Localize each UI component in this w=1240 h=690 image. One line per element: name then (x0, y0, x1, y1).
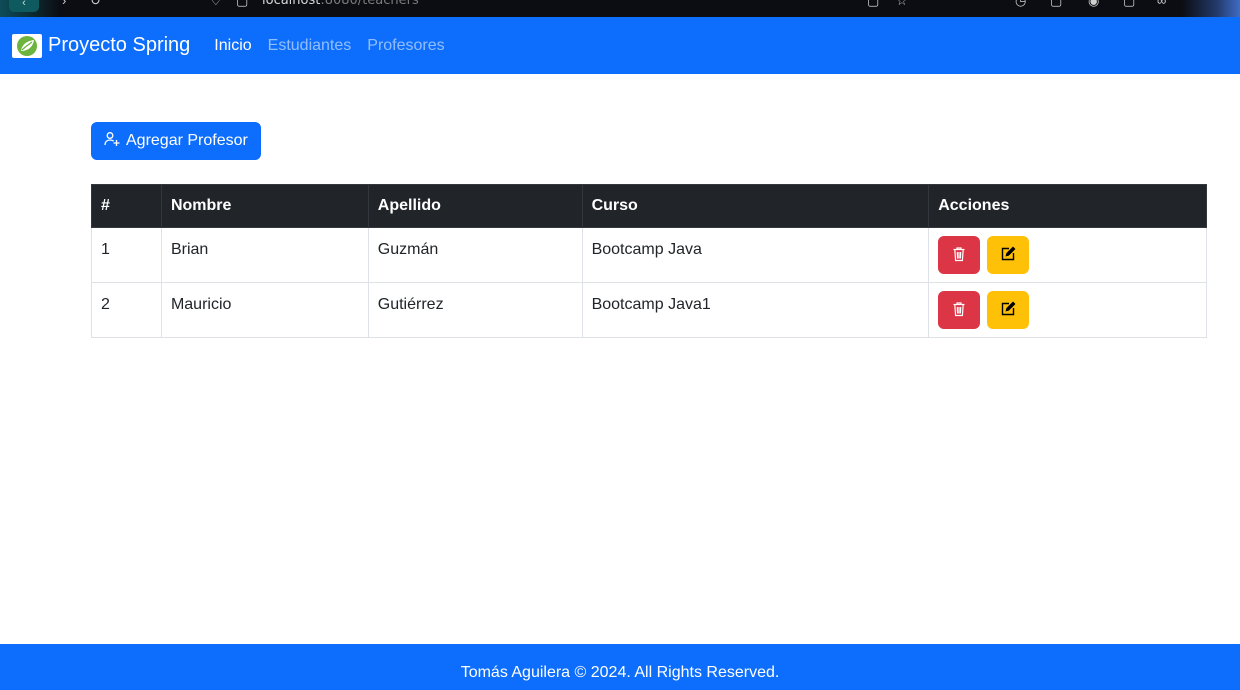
cell-nombre: Mauricio (160, 282, 369, 338)
browser-downloads-icon[interactable]: ▢ (1123, 0, 1135, 9)
nav-link-inicio[interactable]: Inicio (214, 37, 251, 55)
add-teacher-button[interactable]: Agregar Profesor (91, 122, 261, 160)
browser-history-icon[interactable]: ◷ (1015, 0, 1026, 9)
browser-reader-icon[interactable]: ▢ (867, 0, 879, 9)
table-body: 1 Brian Guzmán Bootcamp Java 2 Mauricio … (91, 227, 1207, 338)
trash-icon (951, 246, 967, 265)
browser-page-info-icon[interactable]: ▢ (236, 0, 248, 9)
url-path: :8080/teachers (320, 0, 419, 8)
add-teacher-label: Agregar Profesor (126, 132, 248, 149)
table-row: 1 Brian Guzmán Bootcamp Java (91, 227, 1207, 283)
edit-icon (1000, 246, 1016, 265)
url-host: localhost (262, 0, 321, 8)
edit-icon (1000, 301, 1016, 320)
nav-link-estudiantes[interactable]: Estudiantes (268, 37, 352, 55)
teachers-table: # Nombre Apellido Curso Acciones 1 Brian… (91, 184, 1207, 338)
browser-forward-icon[interactable]: › (62, 0, 66, 9)
spring-leaf-logo-icon (12, 33, 42, 58)
column-header-apellido: Apellido (367, 184, 583, 228)
cell-id: 2 (91, 282, 162, 338)
cell-id: 1 (91, 227, 162, 283)
column-header-acciones: Acciones (928, 184, 1207, 228)
delete-button[interactable] (938, 236, 981, 274)
brand-link[interactable]: Proyecto Spring (12, 33, 191, 58)
cell-nombre: Brian (160, 227, 369, 283)
browser-container-icon[interactable]: ▢ (1050, 0, 1062, 9)
browser-shield-icon: ♡ (210, 0, 222, 8)
footer-copyright: Tomás Aguilera © 2024. All Rights Reserv… (460, 664, 780, 681)
person-add-icon (104, 131, 120, 152)
navbar: Proyecto Spring Inicio Estudiantes Profe… (0, 17, 1240, 74)
browser-bookmark-icon[interactable]: ☆ (896, 0, 908, 9)
cell-actions (928, 282, 1207, 338)
browser-extensions-icon[interactable]: ∞ (1157, 0, 1166, 9)
browser-reload-icon[interactable]: ↻ (90, 0, 101, 9)
delete-button[interactable] (938, 291, 981, 329)
nav-link-profesores[interactable]: Profesores (367, 37, 444, 55)
cell-actions (928, 227, 1207, 283)
chrome-background-art-right (1182, 0, 1240, 17)
footer: Tomás Aguilera © 2024. All Rights Reserv… (0, 644, 1240, 690)
edit-button[interactable] (986, 236, 1029, 274)
column-header-id: # (91, 184, 162, 228)
cell-apellido: Guzmán (367, 227, 583, 283)
table-row: 2 Mauricio Gutiérrez Bootcamp Java1 (91, 282, 1207, 338)
column-header-curso: Curso (581, 184, 930, 228)
main-content: Agregar Profesor # Nombre Apellido Curso… (91, 122, 1207, 338)
cell-apellido: Gutiérrez (367, 282, 583, 338)
cell-curso: Bootcamp Java (581, 227, 930, 283)
brand-title: Proyecto Spring (48, 34, 191, 56)
browser-address-bar[interactable]: localhost:8080/teachers (262, 0, 419, 8)
column-header-nombre: Nombre (160, 184, 369, 228)
edit-button[interactable] (986, 291, 1029, 329)
table-header: # Nombre Apellido Curso Acciones (91, 184, 1207, 228)
trash-icon (951, 301, 967, 320)
browser-chrome: ‹ › ↻ ♡ ▢ localhost:8080/teachers ▢ ☆ ◷ … (0, 0, 1240, 17)
browser-back-button[interactable]: ‹ (9, 0, 39, 12)
cell-curso: Bootcamp Java1 (581, 282, 930, 338)
browser-account-icon[interactable]: ◉ (1088, 0, 1099, 9)
